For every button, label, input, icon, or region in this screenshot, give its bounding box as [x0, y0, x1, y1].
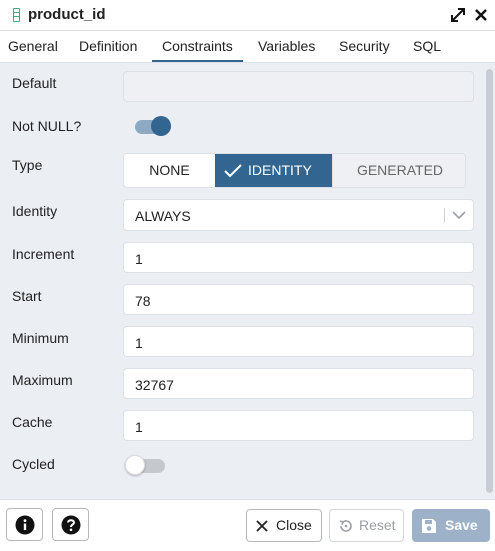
reset-button[interactable]: Reset [329, 509, 404, 542]
close-button[interactable]: Close [246, 509, 322, 542]
start-input[interactable]: 78 [123, 284, 474, 315]
maximum-input[interactable]: 32767 [123, 368, 474, 399]
toggle-knob [151, 116, 171, 136]
help-icon [61, 515, 81, 535]
type-generated-button[interactable]: GENERATED [332, 154, 465, 187]
column-icon [13, 8, 20, 22]
cache-input[interactable]: 1 [123, 410, 474, 441]
dialog-title: product_id [28, 6, 106, 23]
dialog-titlebar: product_id [0, 0, 495, 31]
scrollbar[interactable] [483, 63, 495, 499]
scrollbar-thumb[interactable] [486, 69, 493, 493]
chevron-down-icon[interactable] [452, 210, 466, 220]
start-label: Start [12, 288, 42, 304]
type-none-button[interactable]: NONE [124, 154, 215, 187]
save-button[interactable]: Save [412, 509, 490, 542]
increment-label: Increment [12, 246, 75, 262]
identity-label: Identity [12, 203, 58, 219]
info-button[interactable] [6, 508, 43, 541]
save-button-label: Save [445, 517, 478, 533]
type-identity-label: IDENTITY [248, 162, 312, 178]
tab-constraints[interactable]: Constraints [152, 38, 243, 62]
not-null-toggle[interactable] [135, 116, 171, 136]
select-separator [444, 208, 445, 223]
tab-security[interactable]: Security [339, 38, 390, 62]
info-icon [15, 515, 35, 535]
close-icon [256, 520, 268, 532]
expand-icon[interactable] [451, 8, 465, 22]
type-label: Type [12, 157, 43, 173]
default-label: Default [12, 75, 57, 91]
increment-input[interactable]: 1 [123, 242, 474, 273]
minimum-label: Minimum [12, 330, 69, 346]
tab-sql[interactable]: SQL [413, 38, 441, 62]
minimum-input[interactable]: 1 [123, 326, 474, 357]
type-segmented-control: NONE IDENTITY GENERATED [123, 153, 466, 188]
cycled-toggle[interactable] [125, 455, 165, 475]
tab-variables[interactable]: Variables [258, 38, 315, 62]
close-button-label: Close [276, 517, 312, 533]
tab-general[interactable]: General [8, 38, 58, 62]
toggle-knob [125, 455, 145, 475]
close-dialog-icon[interactable] [474, 7, 488, 23]
save-icon [422, 519, 436, 533]
tab-definition[interactable]: Definition [79, 38, 137, 62]
reset-button-label: Reset [359, 517, 396, 533]
help-button[interactable] [52, 508, 89, 541]
check-icon [224, 164, 242, 178]
cache-label: Cache [12, 414, 53, 430]
reset-icon [339, 520, 352, 532]
cycled-label: Cycled [12, 456, 55, 472]
default-input [123, 71, 474, 102]
maximum-label: Maximum [12, 372, 73, 388]
not-null-label: Not NULL? [12, 118, 82, 134]
dialog-footer: Close Reset Save [0, 499, 495, 551]
identity-select[interactable]: ALWAYS [123, 199, 474, 231]
tab-bar: General Definition Constraints Variables… [0, 31, 495, 63]
type-identity-button[interactable]: IDENTITY [215, 154, 332, 187]
identity-select-value: ALWAYS [135, 208, 191, 224]
